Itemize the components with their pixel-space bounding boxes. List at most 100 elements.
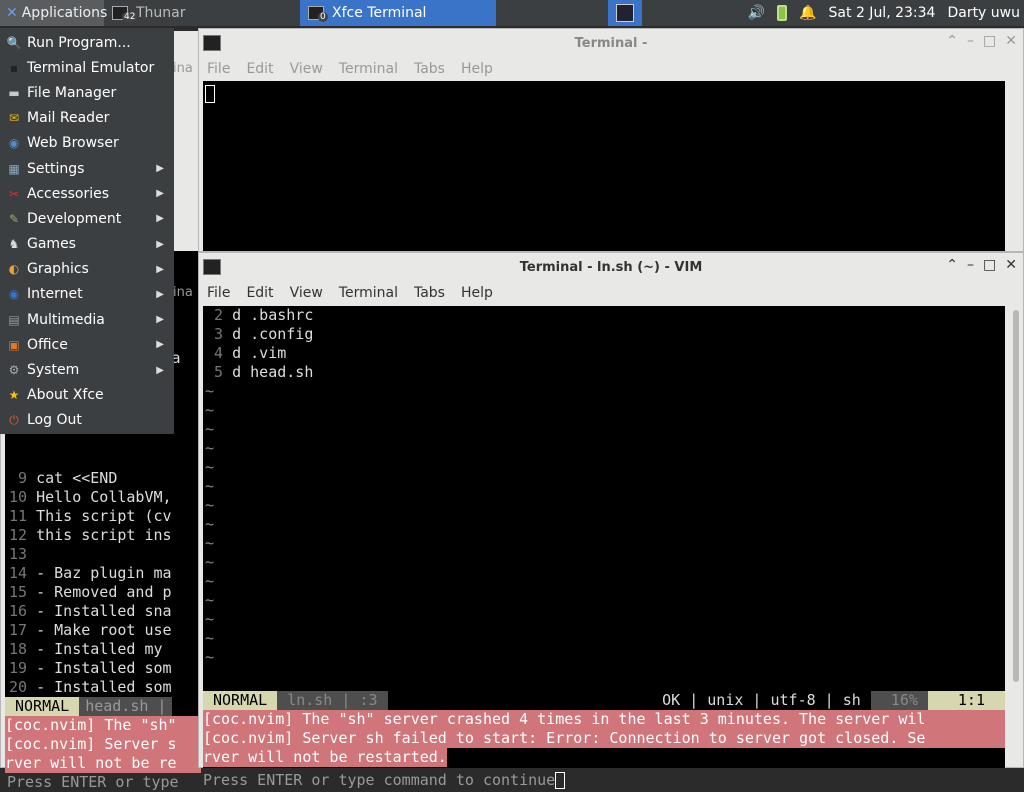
menu-item-file-manager[interactable]: ▬ File Manager (0, 80, 174, 105)
menu-item-graphics[interactable]: ◐ Graphics ▶ (0, 257, 174, 282)
menu-view[interactable]: View (284, 285, 329, 301)
line-number: 19 (9, 659, 37, 677)
menu-help[interactable]: Help (455, 61, 499, 77)
titlebar[interactable]: Terminal - ln.sh (~) - VIM ⌃ – □ ✕ (199, 253, 1023, 281)
file-indicator: head.sh | (79, 697, 173, 716)
menu-help[interactable]: Help (455, 285, 499, 301)
back-prompt: Press ENTER or type (7, 773, 179, 791)
office-icon: ▣ (8, 337, 20, 352)
cursor-position: 1:1 (927, 691, 1005, 710)
maximize-icon[interactable]: □ (983, 33, 996, 49)
buffer-line: 9 cat <<END (9, 469, 201, 488)
menu-item-label: Internet (27, 286, 83, 303)
command-prompt[interactable]: Press ENTER or type command to continue (203, 771, 1005, 790)
minimize-icon[interactable]: – (967, 33, 974, 49)
menu-file[interactable]: File (201, 285, 236, 301)
menu-item-label: Office (27, 336, 68, 353)
menu-item-web-browser[interactable]: ◉ Web Browser (0, 131, 174, 156)
line-number: 11 (9, 507, 37, 525)
error-line: [coc.nvim] The "sh" server crashed 4 tim… (203, 710, 1005, 729)
line-number: 13 (9, 545, 37, 563)
top-panel: ✕ Applications 42 Thunar 0 Xfce Terminal… (0, 0, 1024, 26)
submenu-arrow-icon: ▶ (156, 263, 164, 275)
menu-item-terminal-emulator[interactable]: ▪ Terminal Emulator (0, 55, 174, 80)
empty-line-tilde: ~ (205, 515, 215, 533)
menu-item-label: Settings (27, 160, 85, 177)
games-icon: ♞ (8, 237, 20, 252)
terminal-badge: 0 (318, 12, 328, 22)
vim-terminal-body[interactable]: 2 d .bashrc 3 d .config 4 d .vim 5 d hea… (203, 306, 1005, 789)
buffer-line: 15 - Removed and p (9, 583, 201, 602)
submenu-arrow-icon: ▶ (156, 364, 164, 376)
empty-line-tilde: ~ (205, 477, 215, 495)
menu-terminal[interactable]: Terminal (333, 61, 404, 77)
user-name[interactable]: Darty uwu (947, 5, 1020, 21)
taskbar-xfce-terminal[interactable]: 0 Xfce Terminal (300, 0, 496, 26)
clock[interactable]: Sat 2 Jul, 23:34 (829, 5, 936, 21)
terminal-window-vim[interactable]: Terminal - ln.sh (~) - VIM ⌃ – □ ✕ File … (198, 252, 1024, 789)
menu-item-label: Games (27, 236, 76, 253)
menu-view[interactable]: View (284, 61, 329, 77)
buffer-line: 3 d .config (205, 325, 1005, 344)
terminal-window-top[interactable]: Terminal - ⌃ – □ ✕ File Edit View Termin… (198, 28, 1024, 252)
buffer-line: 13 (9, 545, 201, 564)
back-status-line: NORMAL head.sh | (5, 697, 201, 716)
minimize-icon[interactable]: – (967, 257, 974, 273)
text-cursor (555, 772, 566, 789)
taskbar-thunar[interactable]: 42 Thunar (104, 0, 300, 26)
notification-bell-icon[interactable]: 🔔 (799, 5, 816, 21)
terminal-body[interactable] (203, 81, 1005, 251)
back-vim-buffer[interactable]: 9 cat <<END 10 Hello CollabVM, 11 This scr… (9, 469, 201, 697)
scrollbar[interactable] (1009, 306, 1023, 767)
mode-indicator: NORMAL (203, 691, 278, 710)
scrollbar[interactable] (1009, 81, 1023, 251)
menu-item-development[interactable]: ✎ Development ▶ (0, 206, 174, 231)
empty-line-tilde: ~ (205, 458, 215, 476)
menu-edit[interactable]: Edit (240, 61, 279, 77)
volume-icon[interactable]: 🔊 (748, 5, 765, 21)
close-icon[interactable]: ✕ (1005, 33, 1017, 49)
menu-item-accessories[interactable]: ✂ Accessories ▶ (0, 181, 174, 206)
menu-item-mail-reader[interactable]: ✉ Mail Reader (0, 106, 174, 131)
menu-item-about-xfce[interactable]: ★ About Xfce (0, 383, 174, 408)
buffer-line: 17 - Make root use (9, 621, 201, 640)
maximize-icon[interactable]: □ (983, 257, 996, 273)
menu-tabs[interactable]: Tabs (408, 285, 451, 301)
line-text: - Make root use (36, 621, 172, 639)
prompt-text: Press ENTER or type command to continue (203, 771, 556, 789)
workspace-pager[interactable] (608, 0, 642, 26)
submenu-arrow-icon: ▶ (156, 188, 164, 200)
menu-tabs[interactable]: Tabs (408, 61, 451, 77)
vim-status-line: NORMAL ln.sh | :3 OK | unix | utf-8 | sh 1… (203, 691, 1005, 710)
window-title: Terminal - (574, 35, 648, 51)
battery-icon[interactable] (777, 5, 788, 21)
shade-icon[interactable]: ⌃ (946, 33, 958, 49)
applications-menu-button[interactable]: ✕ Applications (0, 0, 107, 26)
search-icon: 🔍 (6, 35, 22, 50)
line-text: This script (cv (36, 507, 172, 525)
back-error-line: [coc.nvim] The "sh" (5, 716, 201, 735)
vim-buffer[interactable]: 2 d .bashrc 3 d .config 4 d .vim 5 d hea… (205, 306, 1005, 667)
menu-item-multimedia[interactable]: ▤ Multimedia ▶ (0, 307, 174, 332)
scrollbar-thumb[interactable] (1013, 310, 1019, 682)
menu-item-log-out[interactable]: ⏻ Log Out (0, 408, 174, 433)
close-icon[interactable]: ✕ (1005, 257, 1017, 273)
menu-item-internet[interactable]: ◉ Internet ▶ (0, 282, 174, 307)
menu-item-games[interactable]: ♞ Games ▶ (0, 232, 174, 257)
line-number: 5 (205, 363, 233, 381)
shade-icon[interactable]: ⌃ (946, 257, 958, 273)
menu-terminal[interactable]: Terminal (333, 285, 404, 301)
line-text: - Installed my (36, 640, 163, 658)
menu-file[interactable]: File (201, 61, 236, 77)
menu-edit[interactable]: Edit (240, 285, 279, 301)
back-error-line: [coc.nvim] Server s (5, 735, 201, 754)
empty-line-tilde: ~ (205, 629, 215, 647)
menu-item-label: Mail Reader (27, 110, 110, 127)
menu-item-settings[interactable]: ▦ Settings ▶ (0, 156, 174, 181)
error-line: rver will not be restarted. (203, 748, 447, 767)
menu-item-office[interactable]: ▣ Office ▶ (0, 332, 174, 357)
menu-item-system[interactable]: ⚙ System ▶ (0, 357, 174, 382)
menu-item-run-program[interactable]: 🔍 Run Program... (0, 30, 174, 55)
settings-icon: ▦ (8, 161, 20, 176)
titlebar[interactable]: Terminal - ⌃ – □ ✕ (199, 29, 1023, 57)
